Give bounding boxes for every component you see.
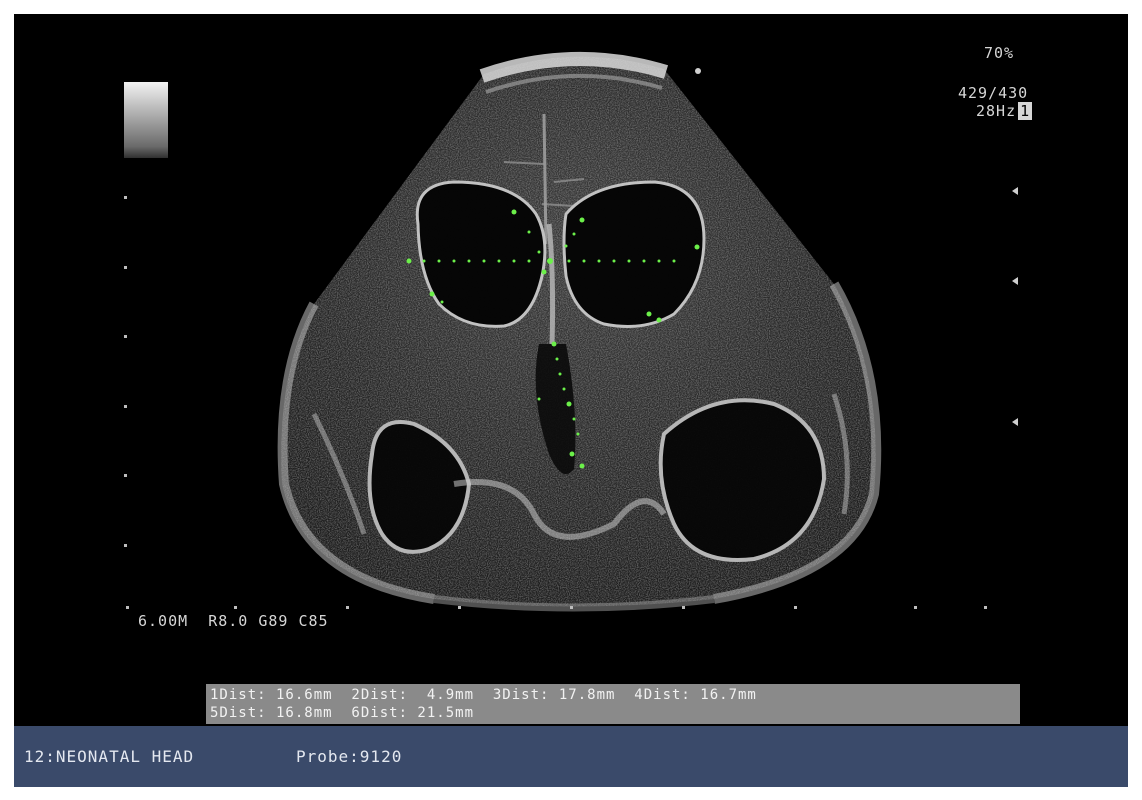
depth-settings: 6.00M R8.0 G89 C85 (138, 612, 329, 630)
measurement-row: 5Dist: 16.8mm 6Dist: 21.5mm (210, 705, 475, 721)
scale-tick (794, 606, 797, 609)
frequency-mode-badge: 1 (1018, 102, 1033, 120)
measurement-row: 1Dist: 16.6mm 2Dist: 4.9mm 3Dist: 17.8mm… (210, 687, 757, 703)
depth-tick (124, 266, 127, 269)
zoom-readout: 70% (984, 44, 1015, 62)
scale-tick (126, 606, 129, 609)
depth-tick (124, 474, 127, 477)
frequency-readout: 28Hz 1 (976, 102, 1033, 120)
scale-tick (984, 606, 987, 609)
grayscale-bar (124, 82, 168, 158)
scale-tick (570, 606, 573, 609)
ultrasound-display: 70% 429/430 28Hz 1 6.00M R8.0 G89 C85 1Di… (14, 14, 1128, 787)
status-bar: 12:NEONATAL HEAD Probe:9120 (14, 726, 1128, 787)
frame-readout: 429/430 (958, 84, 1029, 102)
depth-tick (124, 335, 127, 338)
scale-tick (914, 606, 917, 609)
probe-label: Probe:9120 (296, 747, 403, 766)
right-ventricle (562, 180, 706, 328)
frequency-value: 28Hz (976, 102, 1017, 120)
scale-tick (346, 606, 349, 609)
measurement-panel: 1Dist: 16.6mm 2Dist: 4.9mm 3Dist: 17.8mm… (206, 684, 1020, 724)
scale-tick (682, 606, 685, 609)
ultrasound-image (277, 52, 882, 612)
focus-marker-icon (1012, 277, 1018, 285)
focus-marker-icon (1012, 187, 1018, 195)
scale-tick (234, 606, 237, 609)
preset-label: 12:NEONATAL HEAD (24, 747, 195, 766)
depth-tick (124, 544, 127, 547)
depth-tick (124, 405, 127, 408)
scale-tick (458, 606, 461, 609)
depth-tick (124, 196, 127, 199)
focus-marker-icon (1012, 418, 1018, 426)
right-temporal-horn (658, 398, 827, 562)
